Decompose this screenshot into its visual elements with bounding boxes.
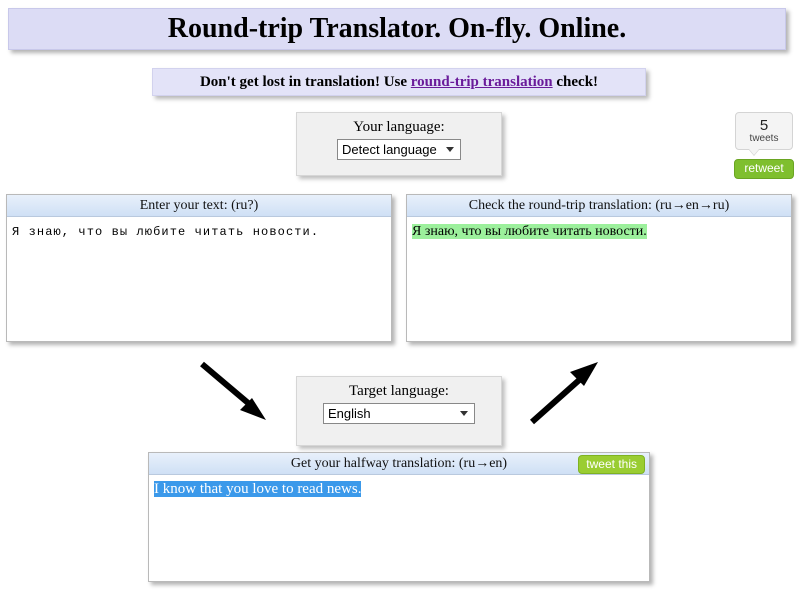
subtitle-text-after: check! xyxy=(552,73,599,90)
halfway-translation-panel: Get your halfway translation: (ru→en) tw… xyxy=(148,452,650,582)
arrow-up-right-icon xyxy=(530,362,598,425)
source-language-label: Your language: xyxy=(353,119,445,135)
halfway-text-value: I know that you love to read news. xyxy=(154,481,362,497)
roundtrip-text-value: Я знаю, что вы любите читать новости. xyxy=(412,224,647,239)
chevron-down-icon xyxy=(460,411,468,416)
source-text-value: Я знаю, что вы любите читать новости. xyxy=(12,225,320,239)
halfway-panel-header-label: Get your halfway translation: (ru→en) xyxy=(290,455,508,471)
page-title-banner: Round-trip Translator. On-fly. Online. xyxy=(8,8,786,50)
tweet-counter-widget: 5 tweets retweet xyxy=(734,112,794,179)
source-language-value: Detect language xyxy=(342,142,437,157)
roundtrip-translation-panel: Check the round-trip translation: (ru→en… xyxy=(406,194,792,342)
target-language-select[interactable]: English xyxy=(323,403,475,424)
chevron-down-icon xyxy=(446,147,454,152)
source-panel-header-label: Enter your text: (ru?) xyxy=(139,197,259,213)
source-text-panel: Enter your text: (ru?) Я знаю, что вы лю… xyxy=(6,194,392,342)
roundtrip-panel-body[interactable]: Я знаю, что вы любите читать новости. xyxy=(407,217,791,240)
tweet-count: 5 xyxy=(759,117,769,134)
tweet-count-bubble[interactable]: 5 tweets xyxy=(735,112,793,150)
source-language-box: Your language: Detect language xyxy=(296,112,502,176)
arrow-down-right-icon xyxy=(200,361,266,420)
tweet-count-unit: tweets xyxy=(749,133,779,144)
subtitle-text-before: Don't get lost in translation! Use xyxy=(199,73,411,90)
target-language-label: Target language: xyxy=(349,383,449,399)
roundtrip-panel-header: Check the round-trip translation: (ru→en… xyxy=(407,195,791,217)
round-trip-translation-link[interactable]: round-trip translation xyxy=(411,74,553,90)
target-language-box: Target language: English xyxy=(296,376,502,446)
tweet-this-button[interactable]: tweet this xyxy=(578,455,645,474)
halfway-panel-header: Get your halfway translation: (ru→en) tw… xyxy=(149,453,649,475)
subtitle-banner: Don't get lost in translation! Use round… xyxy=(152,68,646,96)
source-language-select[interactable]: Detect language xyxy=(337,139,461,160)
target-language-value: English xyxy=(328,406,371,421)
page-title: Round-trip Translator. On-fly. Online. xyxy=(167,13,627,44)
retweet-button[interactable]: retweet xyxy=(734,159,794,179)
subtitle-text: Don't get lost in translation! Use round… xyxy=(200,74,598,91)
source-panel-body[interactable]: Я знаю, что вы любите читать новости. xyxy=(7,217,391,240)
source-panel-header: Enter your text: (ru?) xyxy=(7,195,391,217)
roundtrip-panel-header-label: Check the round-trip translation: (ru→en… xyxy=(468,197,730,213)
halfway-panel-body[interactable]: I know that you love to read news. xyxy=(149,475,649,498)
